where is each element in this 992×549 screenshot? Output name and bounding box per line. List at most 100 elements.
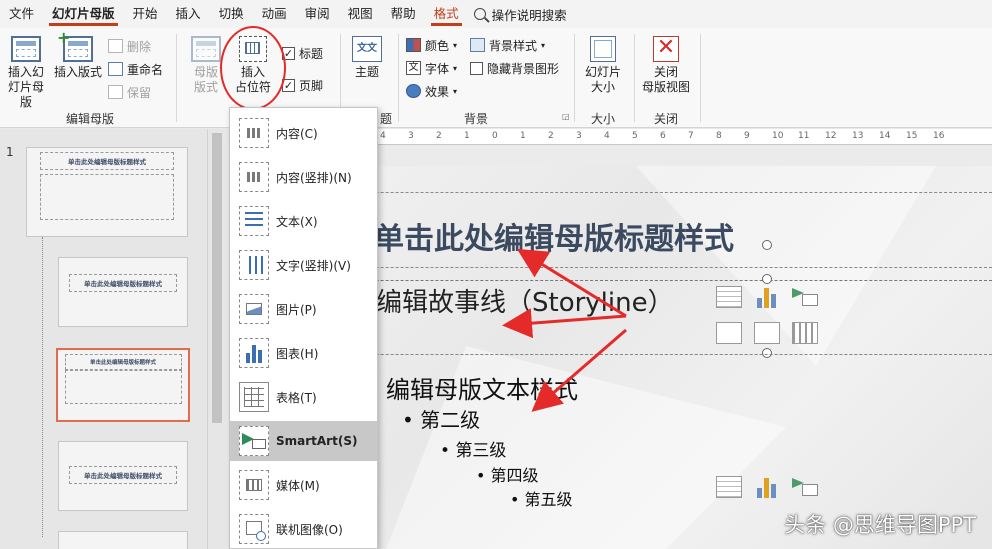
dropdown-item-smartart[interactable]: SmartArt(S) [230, 421, 377, 461]
dropdown-item-picture[interactable]: 图片(P) [230, 289, 377, 329]
ruler-tick: 16 [933, 131, 945, 141]
dropdown-item-table[interactable]: 表格(T) [230, 377, 377, 417]
title-checkbox[interactable]: ✓ 标题 [282, 44, 323, 62]
dropdown-item-text[interactable]: 文本(X) [230, 201, 377, 241]
insert-chart-icon[interactable] [754, 286, 780, 308]
group-separator [634, 34, 635, 122]
text-placeholder-icon [239, 206, 269, 236]
text-level-2[interactable]: • 第二级 [402, 404, 480, 433]
fonts-icon: 文 [406, 61, 421, 75]
insert-video-icon[interactable] [792, 322, 818, 344]
tab-home[interactable]: 开始 [124, 0, 167, 28]
hide-background-checkbox[interactable]: 隐藏背景图形 [470, 59, 559, 77]
master-slide-thumbnail[interactable]: 单击此处编辑母版标题样式 [26, 147, 188, 237]
insert-smartart-icon[interactable] [792, 476, 818, 498]
slide-thumbnail-pane[interactable]: 1 单击此处编辑母版标题样式 单击此处编辑母版标题样式 单击此处编辑母版标题样式… [0, 129, 207, 549]
dropdown-item-online-image[interactable]: 联机图像(O) [230, 509, 377, 549]
dropdown-item-label: 联机图像(O) [276, 522, 343, 537]
delete-label: 删除 [127, 39, 152, 54]
dropdown-item-text-vertical[interactable]: 文字(竖排)(V) [230, 245, 377, 285]
colors-button[interactable]: 颜色 ▾ [406, 36, 457, 54]
close-master-view-label: 关闭 母版视图 [641, 65, 690, 94]
preserve-button[interactable]: 保留 [108, 83, 151, 101]
themes-icon: 文文 [352, 36, 382, 62]
online-image-placeholder-icon [239, 514, 269, 544]
tab-file[interactable]: 文件 [0, 0, 43, 28]
storyline-text[interactable]: 编辑故事线（Storyline） [376, 282, 674, 319]
footer-checkbox[interactable]: ✓ 页脚 [282, 76, 323, 94]
tab-transitions[interactable]: 切换 [210, 0, 253, 28]
rename-button[interactable]: 重命名 [108, 60, 163, 78]
tab-view[interactable]: 视图 [339, 0, 382, 28]
effects-icon [406, 84, 421, 98]
ribbon: 插入幻 灯片母版 + 插入版式 删除 重命名 保留 编辑母版 母版 版式 插入 … [0, 28, 992, 128]
tab-animations[interactable]: 动画 [253, 0, 296, 28]
watermark-text: 头条 @思维导图PPT [784, 513, 976, 537]
resize-handle-top[interactable] [762, 274, 772, 284]
layout-thumbnail[interactable]: 单击此处编辑母版标题样式 [58, 441, 188, 511]
chart-placeholder-icon [239, 338, 269, 368]
dropdown-item-label: SmartArt(S) [276, 434, 358, 448]
dropdown-item-content-vertical[interactable]: 内容(竖排)(N) [230, 157, 377, 197]
insert-chart-icon[interactable] [754, 476, 780, 498]
tab-review[interactable]: 审阅 [296, 0, 339, 28]
insert-layout-button[interactable]: + 插入版式 [52, 30, 104, 80]
preserve-label: 保留 [127, 85, 152, 100]
text-level-1[interactable]: 编辑母版文本样式 [386, 370, 578, 405]
tab-slide-master[interactable]: 幻灯片母版 [43, 0, 124, 28]
tab-help[interactable]: 帮助 [382, 0, 425, 28]
background-styles-button[interactable]: 背景样式 ▾ [470, 36, 545, 54]
group-label-size: 大小 [590, 112, 615, 126]
thumb-body [64, 370, 182, 404]
dropdown-item-media[interactable]: 媒体(M) [230, 465, 377, 505]
delete-button[interactable]: 删除 [108, 37, 151, 55]
insert-table-icon[interactable] [716, 286, 742, 308]
layout-thumbnail[interactable]: 单击此处编辑母版标题样式 [58, 257, 188, 327]
hide-background-check-icon [470, 61, 483, 75]
text-level-4[interactable]: • 第四级 [476, 462, 539, 486]
dialog-launcher-icon[interactable]: ◲ [562, 112, 570, 121]
insert-slide-master-label: 插入幻 灯片母版 [7, 65, 44, 109]
master-layout-button[interactable]: 母版 版式 [188, 36, 224, 95]
dropdown-item-label: 表格(T) [276, 390, 317, 405]
tab-format[interactable]: 格式 [425, 0, 468, 28]
close-master-view-button[interactable]: ✕ 关闭 母版视图 [638, 36, 694, 95]
search-icon [473, 8, 486, 20]
group-separator [574, 34, 575, 122]
ruler-tick: 13 [852, 131, 864, 141]
ruler-tick: 2 [436, 131, 442, 141]
dropdown-item-content[interactable]: 内容(C) [230, 113, 377, 153]
thumb-title: 单击此处编辑母版标题样式 [39, 152, 175, 170]
insert-slide-master-button[interactable]: 插入幻 灯片母版 [4, 36, 48, 110]
effects-button[interactable]: 效果 ▾ [406, 82, 457, 100]
group-label-background: 背景 [463, 112, 488, 126]
selected-layout-thumbnail[interactable]: 单击此处编辑母版标题样式 [56, 348, 190, 422]
themes-button[interactable]: 文文 主题 [348, 36, 386, 80]
text-level-3[interactable]: • 第三级 [440, 436, 506, 461]
text-level-5[interactable]: • 第五级 [510, 486, 573, 510]
rotate-handle[interactable] [762, 240, 772, 250]
insert-picture-icon[interactable] [716, 322, 742, 344]
annotation-ellipse [220, 26, 286, 110]
colors-icon [406, 38, 421, 52]
text-level-3-label: 第三级 [455, 441, 507, 461]
dropdown-item-label: 内容(C) [276, 126, 318, 141]
title-checkbox-label: 标题 [299, 46, 324, 61]
slide-size-button[interactable]: 幻灯片 大小 [580, 36, 626, 95]
dropdown-item-label: 文本(X) [276, 214, 318, 229]
slide-title-text[interactable]: 单击此处编辑母版标题样式 [374, 214, 734, 258]
text-level-2-label: 第二级 [420, 408, 481, 432]
ruler-tick: 1 [520, 131, 526, 141]
tab-insert[interactable]: 插入 [167, 0, 210, 28]
insert-table-icon[interactable] [716, 476, 742, 498]
fonts-button[interactable]: 文 字体 ▾ [406, 59, 457, 77]
tell-me-search[interactable]: 操作说明搜索 [473, 5, 567, 24]
insert-online-picture-icon[interactable] [754, 322, 780, 344]
scrollbar-thumb[interactable] [212, 133, 222, 423]
insert-smartart-icon[interactable] [792, 286, 818, 308]
dropdown-item-chart[interactable]: 图表(H) [230, 333, 377, 373]
vertical-text-placeholder-icon [239, 250, 269, 280]
thumb-body [39, 174, 175, 221]
layout-thumbnail[interactable] [58, 531, 188, 549]
thumbnail-scrollbar[interactable] [207, 129, 225, 549]
